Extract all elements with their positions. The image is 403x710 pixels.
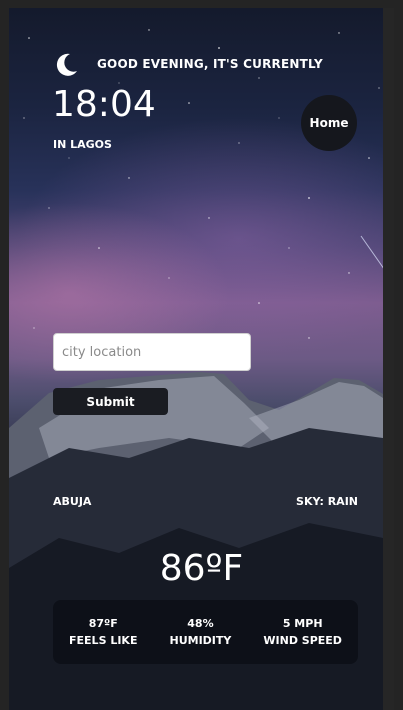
stat-feels-like: 87ºF FEELS LIKE [69,615,137,649]
weather-stats-panel: 87ºF FEELS LIKE 48% HUMIDITY 5 MPH WIND … [53,600,358,664]
current-location: IN LAGOS [53,138,112,151]
city-search-input[interactable] [53,333,251,371]
temperature-value: 86ºF [159,548,244,589]
weather-app-frame: GOOD EVENING, IT'S CURRENTLY 18:04 IN LA… [9,8,394,710]
home-button[interactable]: Home [301,95,357,151]
crescent-moon-icon [56,53,77,76]
greeting-text: GOOD EVENING, IT'S CURRENTLY [97,57,323,71]
city-name: ABUJA [53,495,92,508]
stat-label: WIND SPEED [263,634,342,647]
stat-value: 48% [187,617,214,630]
sky-condition: SKY: RAIN [296,495,358,508]
stat-value: 87ºF [88,617,118,630]
stat-value: 5 MPH [282,617,323,630]
current-time: 18:04 [52,84,156,125]
stat-humidity: 48% HUMIDITY [170,615,232,649]
stat-label: FEELS LIKE [69,634,138,647]
stat-label: HUMIDITY [169,634,232,647]
submit-button[interactable]: Submit [53,388,168,415]
stat-wind-speed: 5 MPH WIND SPEED [263,615,342,649]
scrollbar-track[interactable] [383,8,394,710]
